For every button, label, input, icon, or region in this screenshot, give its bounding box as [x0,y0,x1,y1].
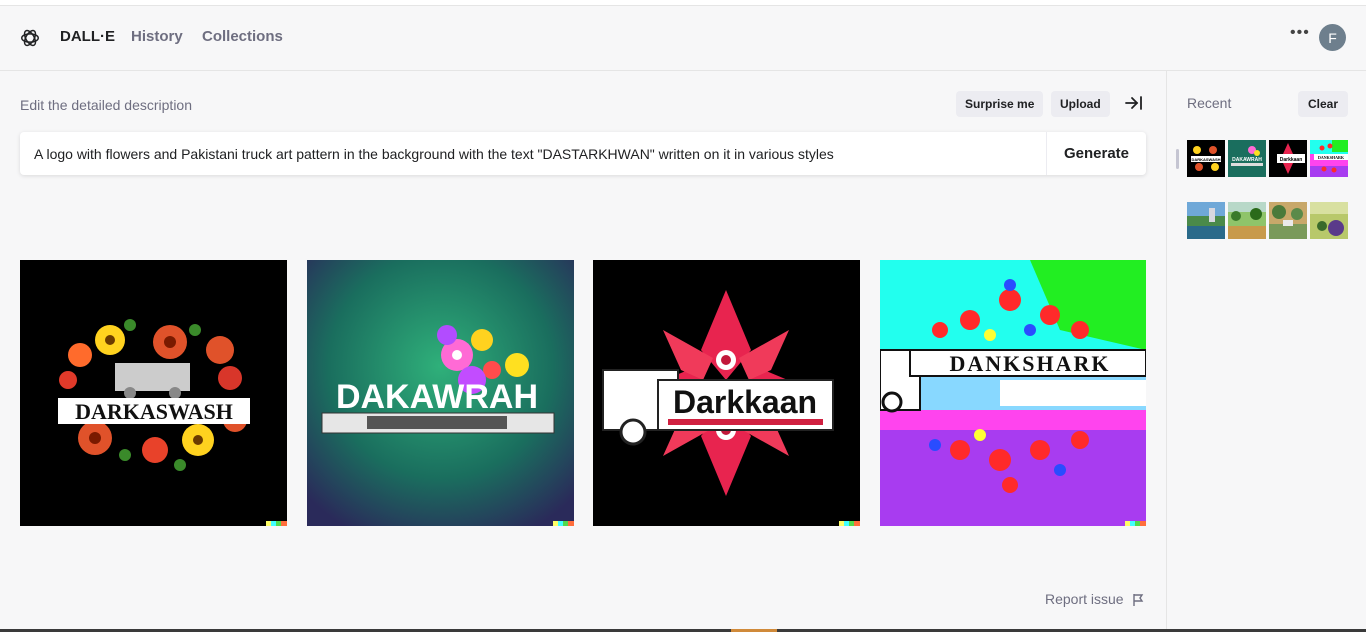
result-image-1[interactable]: DARKASWASH [20,260,287,526]
generate-button[interactable]: Generate [1046,132,1146,175]
generated-logo-text: Darkkaan [673,384,817,420]
main-panel: Edit the detailed description Surprise m… [0,71,1166,632]
thumbnail-text: DARKASWASH [1191,157,1220,162]
nav-history[interactable]: History [131,28,183,45]
recent-thumbnail-6[interactable] [1228,202,1266,239]
collapse-right-icon[interactable] [1124,93,1144,113]
recent-thumbnail-1[interactable]: DARKASWASH [1187,140,1225,177]
thumbnail-text: DAKAWRAH [1232,157,1262,163]
generated-logo-text: DARKASWASH [75,399,233,424]
recent-thumbnail-5[interactable] [1187,202,1225,239]
upload-button[interactable]: Upload [1051,91,1110,117]
recent-thumbnail-8[interactable] [1310,202,1348,239]
recent-thumbnail-2[interactable]: DAKAWRAH [1228,140,1266,177]
ellipsis-icon[interactable]: ••• [1290,24,1310,42]
avatar[interactable]: F [1319,24,1346,51]
flag-icon[interactable] [1131,593,1145,607]
report-issue-link[interactable]: Report issue [1045,591,1124,607]
prompt-text[interactable]: A logo with flowers and Pakistani truck … [34,146,1034,162]
thumbnail-text: DANKSHARK [1318,155,1345,160]
edit-description-label: Edit the detailed description [20,97,192,113]
recent-label: Recent [1187,95,1232,111]
thumbnail-text: Darkkaan [1280,157,1303,163]
surprise-me-button[interactable]: Surprise me [956,91,1044,117]
recent-sidebar: Recent Clear DARKASWASH DAKAWRAH Darkkaa… [1166,71,1366,632]
brand-title[interactable]: DALL·E [60,28,115,45]
recent-thumbnail-4[interactable]: DANKSHARK [1310,140,1348,177]
clear-button[interactable]: Clear [1298,91,1349,117]
result-image-2[interactable]: DAKAWRAH [307,260,574,526]
prompt-input[interactable]: A logo with flowers and Pakistani truck … [20,132,1146,175]
nav-collections[interactable]: Collections [202,28,283,45]
recent-thumbnail-7[interactable] [1269,202,1307,239]
result-image-4[interactable]: DANKSHARK [880,260,1147,526]
openai-logo-icon[interactable] [19,27,41,49]
sidebar-scroll-handle[interactable] [1176,149,1179,169]
generated-logo-text: DANKSHARK [949,351,1110,376]
top-bar: DALL·E History Collections ••• F [0,6,1366,71]
generated-logo-text: DAKAWRAH [336,378,538,416]
recent-thumbnail-3[interactable]: Darkkaan [1269,140,1307,177]
result-image-3[interactable]: Darkkaan [593,260,860,526]
